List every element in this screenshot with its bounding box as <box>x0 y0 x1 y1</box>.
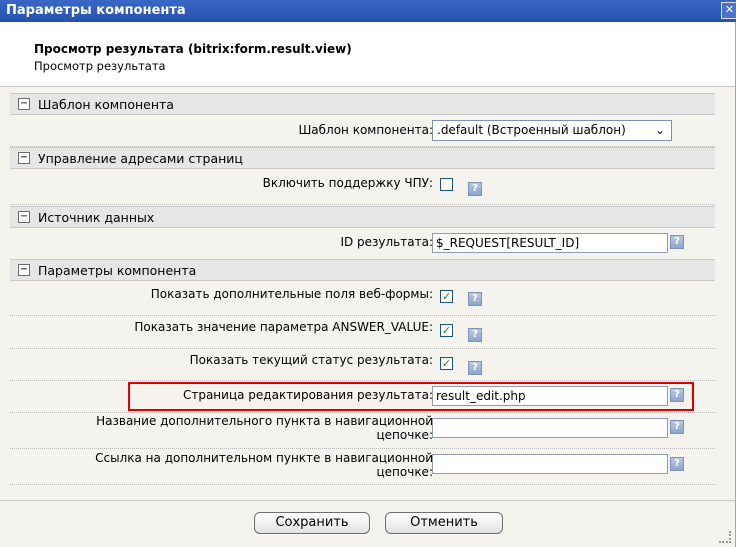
show-status-label: Показать текущий статус результата: <box>189 353 433 367</box>
show-additional-fields-label: Показать дополнительные поля веб-формы: <box>150 287 433 301</box>
highlight-frame <box>128 382 694 411</box>
show-status-checkbox[interactable]: ✓ <box>440 357 453 370</box>
resize-grip-icon[interactable] <box>719 531 731 543</box>
template-select-value: .default (Встроенный шаблон) <box>437 123 626 137</box>
template-label: Шаблон компонента: <box>298 123 433 137</box>
row-template: Шаблон компонента: .default (Встроенный … <box>10 116 715 147</box>
collapse-icon[interactable]: − <box>18 98 30 110</box>
chain-item-link-label: Ссылка на дополнительном пункте в навига… <box>95 451 433 479</box>
row-result-id: ID результата: $_REQUEST[RESULT_ID] ? <box>10 229 715 260</box>
cancel-button[interactable]: Отменить <box>385 512 503 534</box>
row-sef: Включить поддержку ЧПУ: ? <box>10 170 715 205</box>
chevron-down-icon: ⌄ <box>654 123 666 137</box>
component-subtitle: Просмотр результата <box>34 59 166 73</box>
component-header: Просмотр результата (bitrix:form.result.… <box>0 22 735 87</box>
component-title: Просмотр результата (bitrix:form.result.… <box>34 42 352 56</box>
result-id-label: ID результата: <box>340 235 433 249</box>
dialog-titlebar: Параметры компонента ✕ <box>0 0 736 22</box>
template-select[interactable]: .default (Встроенный шаблон) ⌄ <box>432 120 672 141</box>
section-template-label: Шаблон компонента <box>38 97 174 112</box>
help-icon[interactable]: ? <box>670 457 684 471</box>
chain-item-name-label-line2: цепочке: <box>376 428 433 442</box>
save-button[interactable]: Сохранить <box>254 512 370 534</box>
chain-item-link-label-line2: цепочке: <box>376 465 433 479</box>
chain-item-name-input[interactable] <box>432 418 668 438</box>
dialog-title: Параметры компонента <box>6 3 186 18</box>
section-data-source[interactable]: − Источник данных <box>10 206 715 228</box>
section-data-label: Источник данных <box>38 210 155 225</box>
section-template[interactable]: − Шаблон компонента <box>10 93 715 115</box>
help-icon[interactable]: ? <box>468 292 482 306</box>
row-show-status: Показать текущий статус результата: ✓ ? <box>10 348 715 381</box>
chain-item-link-label-line1: Ссылка на дополнительном пункте в навига… <box>95 451 433 465</box>
section-sef-label: Управление адресами страниц <box>38 151 243 166</box>
chain-item-name-label: Название дополнительного пункта в навига… <box>96 414 433 442</box>
sef-checkbox[interactable] <box>440 178 453 191</box>
result-id-input[interactable]: $_REQUEST[RESULT_ID] <box>432 233 668 253</box>
component-params-dialog: Параметры компонента ✕ Просмотр результа… <box>0 0 736 547</box>
close-icon[interactable]: ✕ <box>721 2 736 19</box>
show-answer-value-label: Показать значение параметра ANSWER_VALUE… <box>134 320 433 334</box>
help-icon[interactable]: ? <box>468 361 482 375</box>
collapse-icon[interactable]: − <box>18 264 30 276</box>
help-icon[interactable]: ? <box>468 182 482 196</box>
help-icon[interactable]: ? <box>468 328 482 342</box>
section-sef[interactable]: − Управление адресами страниц <box>10 147 715 169</box>
section-component-params[interactable]: − Параметры компонента <box>10 259 715 281</box>
row-show-additional-fields: Показать дополнительные поля веб-формы: … <box>10 282 715 316</box>
collapse-icon[interactable]: − <box>18 211 30 223</box>
help-icon[interactable]: ? <box>670 235 684 249</box>
chain-item-link-input[interactable] <box>432 454 668 474</box>
footer-divider <box>0 500 735 501</box>
show-answer-value-checkbox[interactable]: ✓ <box>440 324 453 337</box>
show-additional-fields-checkbox[interactable]: ✓ <box>440 290 453 303</box>
chain-item-name-label-line1: Название дополнительного пункта в навига… <box>96 414 433 428</box>
section-params-label: Параметры компонента <box>38 263 197 278</box>
sef-label: Включить поддержку ЧПУ: <box>262 176 433 190</box>
help-icon[interactable]: ? <box>670 420 684 434</box>
row-chain-item-link: Ссылка на дополнительном пункте в навига… <box>10 448 715 485</box>
row-show-answer-value: Показать значение параметра ANSWER_VALUE… <box>10 315 715 349</box>
collapse-icon[interactable]: − <box>18 152 30 164</box>
row-chain-item-name: Название дополнительного пункта в навига… <box>10 412 715 449</box>
